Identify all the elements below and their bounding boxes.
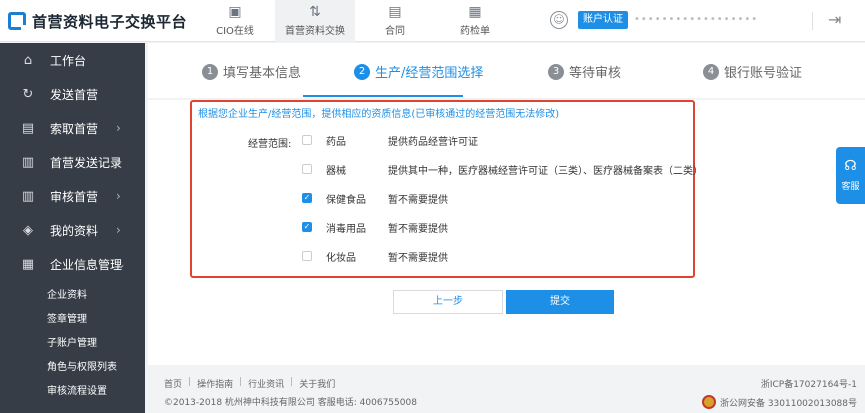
send-icon: ↻ (22, 86, 34, 102)
step-bank-verify: 4 银行账号验证 (703, 62, 802, 81)
layers-icon: ◈ (23, 222, 33, 238)
building-icon: ▣ (228, 4, 242, 20)
step-wait-audit: 3 等待审核 (548, 62, 621, 81)
exchange-icon: ⇅ (309, 4, 321, 20)
chevron-down-icon: ⌄ (116, 257, 127, 271)
sidebar-item-workbench[interactable]: ⌂ 工作台 (0, 43, 145, 77)
chevron-right-icon: › (116, 155, 121, 169)
headset-icon: ☊ (844, 158, 857, 174)
record-icon: ▥ (21, 154, 35, 170)
nav-first-exchange[interactable]: ⇅ 首营资料交换 (275, 0, 355, 42)
police-record[interactable]: 浙公网安备 33011002013088号 (701, 395, 857, 409)
footer-link-about[interactable]: 关于我们 (299, 377, 335, 390)
company-icon: ▦ (21, 256, 35, 272)
logout-icon[interactable]: ⇥ (828, 10, 841, 29)
scope-row-cosmetics: 化妆品 暂不需要提供 (302, 247, 692, 265)
sidebar-item-send-first[interactable]: ↻ 发送首营 (0, 77, 145, 111)
sidebar-item-audit-first[interactable]: ▥ 审核首营 › (0, 179, 145, 213)
scope-row-disinfectant: ✓ 消毒用品 暂不需要提供 (302, 222, 448, 235)
sidebar-item-company-info[interactable]: ▦ 企业信息管理 ⌄ (0, 247, 145, 281)
footer-link-home[interactable]: 首页 (164, 377, 182, 390)
sidebar-subitem-signature[interactable]: 签章管理 (0, 305, 145, 329)
sidebar-item-send-records[interactable]: ▥ 首营发送记录 › (0, 145, 145, 179)
scope-notice: 根据您企业生产/经营范围，提供相应的资质信息(已审核通过的经营范围无法修改) (198, 109, 560, 120)
app-logo[interactable]: 首营资料电子交换平台 (8, 10, 187, 32)
chevron-right-icon: › (116, 223, 121, 237)
chevron-right-icon: › (116, 189, 121, 203)
step-scope-selection: 2 生产/经营范围选择 (354, 62, 483, 81)
audit-icon: ▥ (21, 188, 35, 204)
footer-link-news[interactable]: 行业资讯 (248, 377, 284, 390)
nav-drug-report[interactable]: ▦ 药检单 (435, 0, 515, 42)
step-progress: 1 填写基本信息 2 生产/经营范围选择 3 等待审核 4 银行账号验证 (148, 43, 865, 98)
scope-label: 经营范围: (248, 139, 292, 150)
scope-selection-box: 根据您企业生产/经营范围，提供相应的资质信息(已审核通过的经营范围无法修改) 经… (190, 100, 703, 278)
report-icon: ▦ (468, 4, 482, 20)
submit-button[interactable]: 提交 (506, 290, 614, 314)
scope-row-health-food: ✓ 保健食品 暂不需要提供 (302, 193, 448, 206)
scope-checkbox-health-food[interactable]: ✓ (302, 193, 312, 203)
prev-step-button[interactable]: 上一步 (393, 290, 503, 314)
sidebar-subitem-audit-flow[interactable]: 审核流程设置 (0, 377, 145, 401)
chevron-right-icon: › (116, 121, 121, 135)
form-panel: 根据您企业生产/经营范围，提供相应的资质信息(已审核通过的经营范围无法修改) 经… (148, 100, 865, 365)
active-step-indicator (303, 95, 463, 97)
app-title: 首营资料电子交换平台 (32, 12, 188, 31)
footer-links: 首页 | 操作指南 | 行业资讯 | 关于我们 (164, 377, 336, 390)
scope-checkbox-drugs[interactable] (302, 135, 312, 145)
scope-checkbox-devices[interactable] (302, 164, 312, 174)
nav-contract[interactable]: ▤ 合同 (355, 0, 435, 42)
sidebar-item-my-docs[interactable]: ◈ 我的资料 › (0, 213, 145, 247)
scope-checkbox-disinfectant[interactable]: ✓ (302, 222, 312, 232)
sidebar-subitem-roles[interactable]: 角色与权限列表 (0, 353, 145, 377)
header-divider (812, 12, 813, 30)
icp-link[interactable]: 浙ICP备17027164号-1 (761, 377, 857, 390)
page-footer: 首页 | 操作指南 | 行业资讯 | 关于我们 ©2013-2018 杭州神中科… (148, 365, 865, 413)
home-icon: ⌂ (23, 52, 33, 68)
sidebar-subitem-company-profile[interactable]: 企业资料 (0, 281, 145, 305)
customer-service-button[interactable]: ☊ 客服 (836, 147, 865, 204)
sidebar-item-request-first[interactable]: ▤ 索取首营 › (0, 111, 145, 145)
main-area: 1 填写基本信息 2 生产/经营范围选择 3 等待审核 4 银行账号验证 根据您… (148, 43, 865, 413)
police-badge-icon (701, 395, 716, 409)
top-nav: ▣ CIO在线 ⇅ 首营资料交换 ▤ 合同 ▦ 药检单 (195, 0, 515, 42)
sidebar: ⌂ 工作台 ↻ 发送首营 ▤ 索取首营 › ▥ 首营发送记录 › ▥ 审核首营 … (0, 43, 145, 413)
nav-cio-online[interactable]: ▣ CIO在线 (195, 0, 275, 42)
scope-checkbox-cosmetics[interactable] (302, 251, 312, 261)
request-icon: ▤ (21, 120, 35, 136)
step-basic-info: 1 填写基本信息 (202, 62, 301, 81)
footer-link-guide[interactable]: 操作指南 (197, 377, 233, 390)
scope-row-devices: 器械 提供其中一种，医疗器械经营许可证（三类）、医疗器械备案表（二类） (302, 160, 703, 178)
top-header: 首营资料电子交换平台 ▣ CIO在线 ⇅ 首营资料交换 ▤ 合同 ▦ 药检单 ☺… (0, 0, 865, 42)
account-name: •••••••••••••••••• (634, 14, 759, 25)
account-cert-badge[interactable]: 账户认证 (578, 11, 628, 29)
user-avatar-icon[interactable]: ☺ (550, 11, 568, 29)
scope-row-drugs: 药品 提供药品经营许可证 (302, 131, 692, 149)
copyright-text: ©2013-2018 杭州神中科技有限公司 客服电话: 4006755008 (164, 398, 417, 408)
contract-icon: ▤ (388, 4, 402, 20)
logo-icon (8, 12, 27, 31)
sidebar-subitem-subaccounts[interactable]: 子账户管理 (0, 329, 145, 353)
